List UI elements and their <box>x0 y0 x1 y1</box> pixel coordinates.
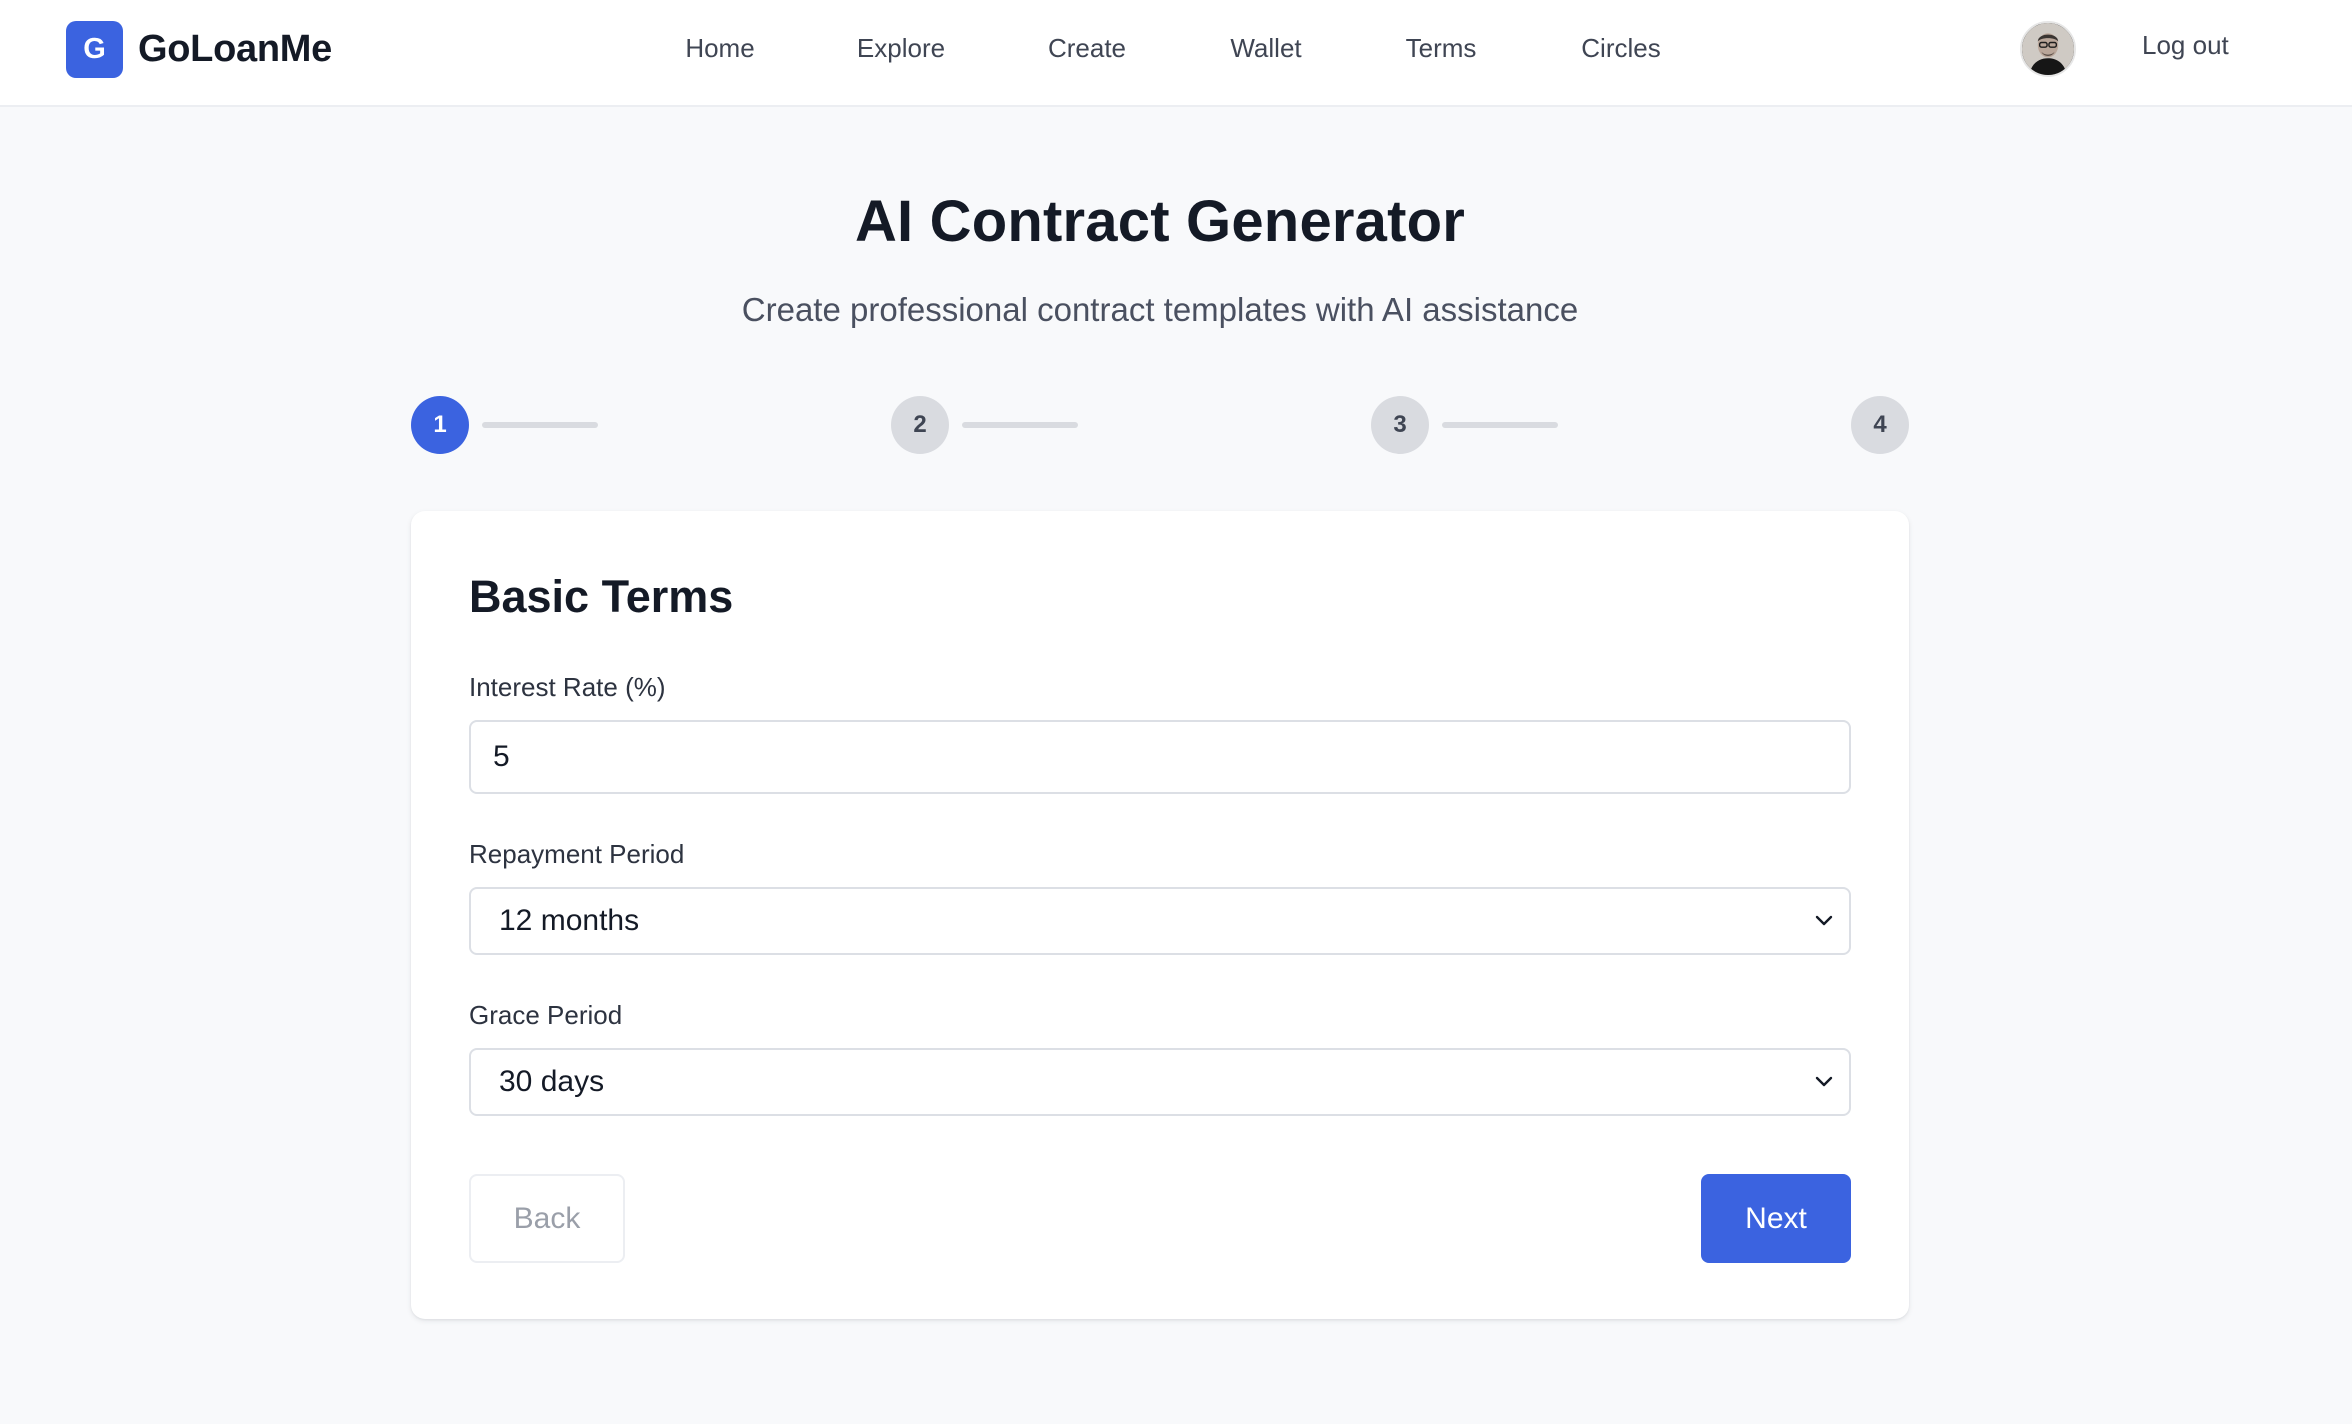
back-button[interactable]: Back <box>469 1174 625 1263</box>
step-connector-3 <box>1442 422 1558 428</box>
page-subtitle: Create professional contract templates w… <box>741 291 1579 328</box>
grace-period-value: 30 days <box>499 1065 605 1098</box>
nav-link-explore[interactable]: Explore <box>857 33 945 64</box>
nav-link-home[interactable]: Home <box>685 33 754 64</box>
step-1-indicator: 1 <box>411 396 469 454</box>
section-title: Basic Terms <box>469 571 734 622</box>
interest-rate-input[interactable] <box>469 720 1851 794</box>
top-navigation-bar: G GoLoanMe Home Explore Create Wallet Te… <box>0 0 2352 107</box>
step-2-indicator: 2 <box>891 396 949 454</box>
brand-name: GoLoanMe <box>138 28 332 70</box>
step-connector-2 <box>962 422 1078 428</box>
brand-logo-icon: G <box>66 21 123 78</box>
user-avatar-icon <box>2022 23 2074 75</box>
page-title: AI Contract Generator <box>854 189 1466 254</box>
nav-link-circles[interactable]: Circles <box>1581 33 1660 64</box>
next-button[interactable]: Next <box>1701 1174 1851 1263</box>
grace-period-select[interactable]: 30 days <box>469 1048 1851 1116</box>
step-4-indicator: 4 <box>1851 396 1909 454</box>
logout-link[interactable]: Log out <box>2142 30 2229 61</box>
repayment-period-select[interactable]: 12 months <box>469 887 1851 955</box>
user-avatar[interactable] <box>2020 21 2076 77</box>
chevron-down-icon <box>1815 915 1833 926</box>
repayment-period-label: Repayment Period <box>469 839 685 869</box>
chevron-down-icon <box>1815 1076 1833 1087</box>
interest-rate-label: Interest Rate (%) <box>469 672 666 702</box>
step-3-indicator: 3 <box>1371 396 1429 454</box>
basic-terms-card: Basic Terms Interest Rate (%) Repayment … <box>411 511 1909 1319</box>
brand-logo-link[interactable]: G GoLoanMe <box>66 21 332 78</box>
grace-period-label: Grace Period <box>469 1000 623 1030</box>
nav-link-terms[interactable]: Terms <box>1406 33 1477 64</box>
repayment-period-value: 12 months <box>499 904 640 937</box>
step-connector-1 <box>482 422 598 428</box>
nav-link-wallet[interactable]: Wallet <box>1230 33 1301 64</box>
nav-link-create[interactable]: Create <box>1048 33 1126 64</box>
